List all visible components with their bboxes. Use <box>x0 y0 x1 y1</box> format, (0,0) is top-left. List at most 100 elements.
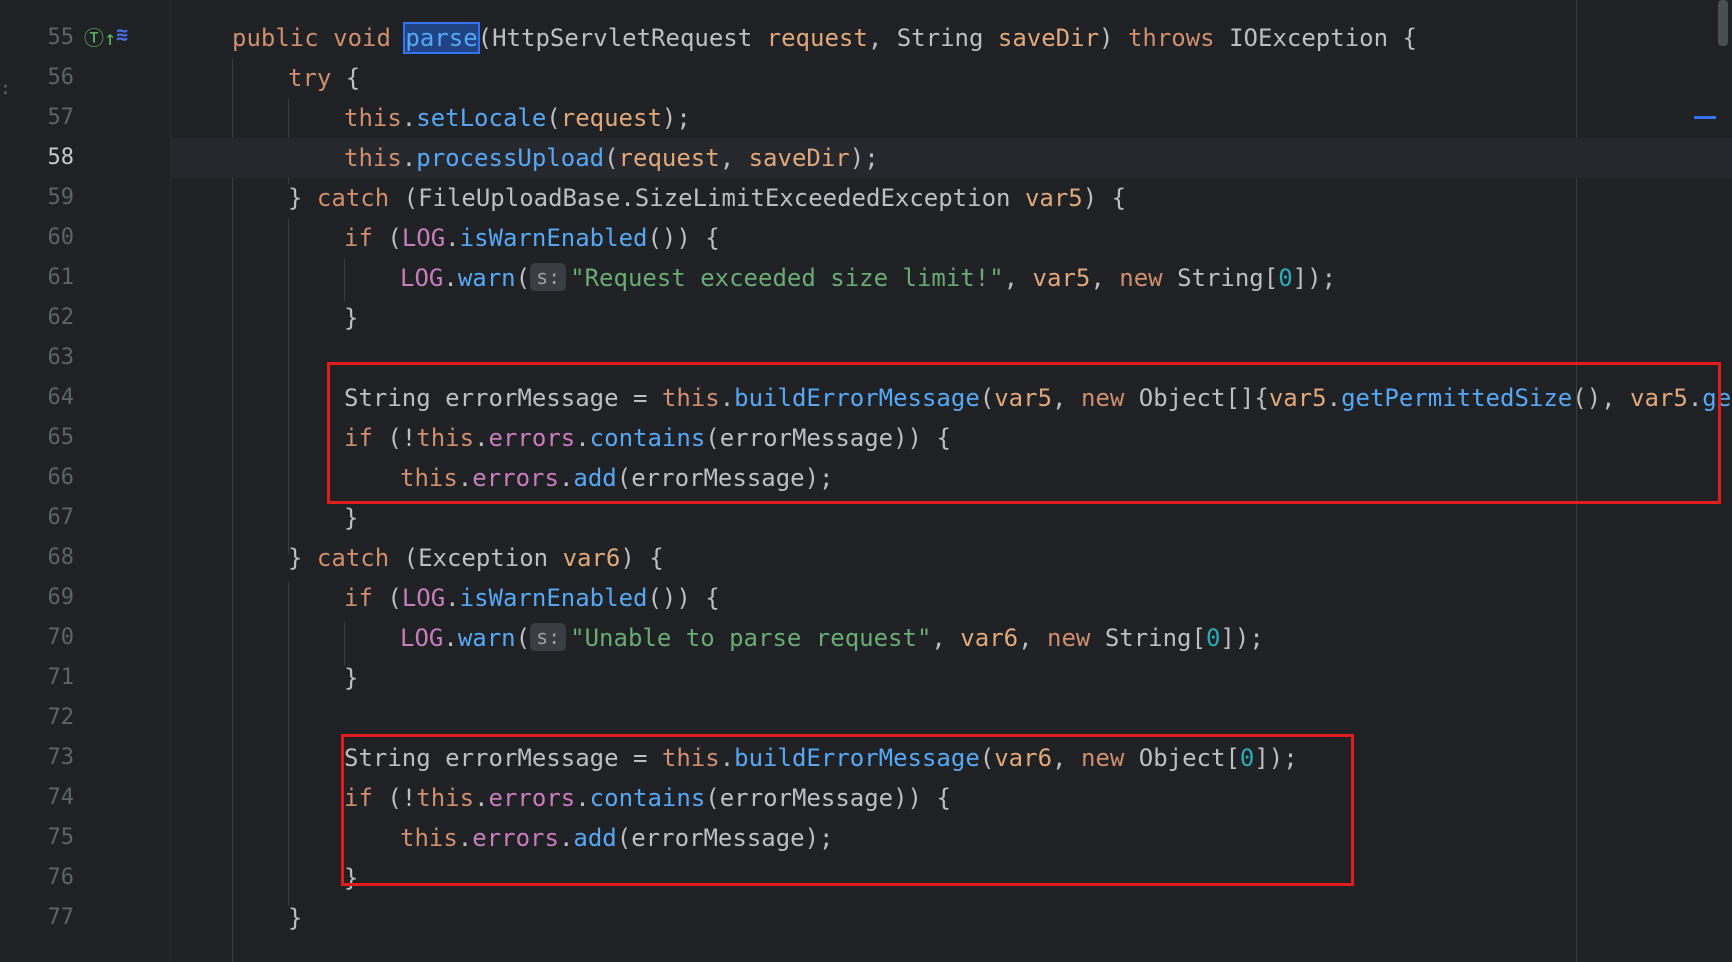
code-line-67[interactable]: } <box>170 498 1732 538</box>
type-name: String <box>1177 264 1264 292</box>
static-field: LOG <box>400 624 444 652</box>
code-line-57[interactable]: this.setLocale(request); <box>170 98 1732 138</box>
code-line-59[interactable]: } catch (FileUploadBase.SizeLimitExceede… <box>170 178 1732 218</box>
keyword: catch <box>316 184 390 212</box>
code-line-62[interactable]: } <box>170 298 1732 338</box>
parameter: request <box>560 104 662 132</box>
keyword: new <box>1119 264 1163 292</box>
type-name: IOException <box>1229 24 1389 52</box>
line-number[interactable]: 71 <box>0 658 75 698</box>
this-keyword: this <box>344 104 402 132</box>
punctuation: ); <box>849 144 879 172</box>
variable: var5 <box>1032 264 1091 292</box>
line-number[interactable]: 57 <box>0 98 75 138</box>
code-line-68[interactable]: } catch (Exception var6) { <box>170 538 1732 578</box>
implements-icon[interactable]: Ⓣ↑ <box>84 22 116 51</box>
string-literal: "Request exceeded size limit!" <box>570 264 1004 292</box>
this-keyword: this <box>344 144 402 172</box>
punctuation: ); <box>661 104 691 132</box>
variable: var5 <box>1024 184 1083 212</box>
line-number[interactable]: 64 <box>0 378 75 418</box>
line-number[interactable]: 68 <box>0 538 75 578</box>
method-call[interactable]: setLocale <box>416 104 546 132</box>
keyword: public <box>232 24 319 52</box>
keyword: catch <box>316 544 390 572</box>
line-number[interactable]: 61 <box>0 258 75 298</box>
parameter: saveDir <box>997 24 1100 52</box>
line-number[interactable]: 63 <box>0 338 75 378</box>
line-number[interactable]: 66 <box>0 458 75 498</box>
closing-brace: } <box>344 504 359 532</box>
static-field: LOG <box>400 264 444 292</box>
line-number[interactable]: 76 <box>0 858 75 898</box>
punctuation: { <box>331 64 361 92</box>
keyword: if <box>344 224 373 252</box>
line-number[interactable]: 73 <box>0 738 75 778</box>
closing-brace: } <box>344 664 359 692</box>
line-number[interactable]: 60 <box>0 218 75 258</box>
code-line-71[interactable]: } <box>170 658 1732 698</box>
keyword: try <box>288 64 332 92</box>
line-number[interactable]: 56 <box>0 58 75 98</box>
method-call[interactable]: isWarnEnabled <box>460 584 648 612</box>
code-line-56[interactable]: try { <box>170 58 1732 98</box>
code-line-55[interactable]: public void parse(HttpServletRequest req… <box>170 18 1732 58</box>
code-line-69[interactable]: if (LOG.isWarnEnabled()) { <box>170 578 1732 618</box>
highlight-box <box>341 734 1354 886</box>
parameter: request <box>766 24 868 52</box>
method-call[interactable]: warn <box>458 264 516 292</box>
parameter: request <box>618 144 720 172</box>
line-number[interactable]: 72 <box>0 698 75 738</box>
closing-brace: } <box>344 304 359 332</box>
line-number[interactable]: 67 <box>0 498 75 538</box>
highlight-box <box>327 362 1721 504</box>
closing-brace: } <box>288 904 303 932</box>
code-editor[interactable]: : Ⓣ↑ ≋ 55 56 57 58 59 60 61 62 63 64 65 … <box>0 0 1732 962</box>
punctuation: ]); <box>1220 624 1264 652</box>
selected-method-name[interactable]: parse <box>403 22 480 54</box>
line-number[interactable]: 58 <box>0 138 75 178</box>
punctuation: } <box>288 184 317 212</box>
line-number[interactable]: 75 <box>0 818 75 858</box>
number-literal: 0 <box>1205 624 1221 652</box>
punctuation: ()) { <box>647 224 720 252</box>
punctuation: ) { <box>1082 184 1127 212</box>
punctuation: { <box>1388 24 1417 52</box>
keyword: if <box>344 584 373 612</box>
parameter-hint: s: <box>530 263 567 291</box>
variable: var6 <box>960 624 1019 652</box>
keyword: throws <box>1127 24 1215 52</box>
keyword: new <box>1047 624 1091 652</box>
method-call[interactable]: processUpload <box>416 144 604 172</box>
static-field: LOG <box>401 584 446 612</box>
code-line-70[interactable]: LOG.warn(s: "Unable to parse request", va… <box>170 618 1732 658</box>
punctuation: } <box>288 544 317 572</box>
line-number[interactable]: 62 <box>0 298 75 338</box>
number-literal: 0 <box>1278 264 1293 292</box>
line-number[interactable]: 77 <box>0 898 75 938</box>
type-name: String <box>1104 624 1192 652</box>
line-number[interactable]: 74 <box>0 778 75 818</box>
keyword: void <box>333 24 391 52</box>
static-field: LOG <box>401 224 446 252</box>
line-number[interactable]: 59 <box>0 178 75 218</box>
line-number[interactable]: 70 <box>0 618 75 658</box>
method-call[interactable]: warn <box>458 624 516 652</box>
code-line-77[interactable]: } <box>170 898 1732 938</box>
override-icon[interactable]: ≋ <box>116 22 128 46</box>
type-name: HttpServletRequest <box>492 24 753 52</box>
variable: var6 <box>562 544 621 572</box>
type-name: Exception <box>418 544 549 572</box>
code-line-61[interactable]: LOG.warn(s: "Request exceeded size limit!… <box>170 258 1732 298</box>
type-name: FileUploadBase.SizeLimitExceededExceptio… <box>418 184 1011 212</box>
line-number[interactable]: 65 <box>0 418 75 458</box>
parameter: saveDir <box>748 144 850 172</box>
method-call[interactable]: isWarnEnabled <box>460 224 648 252</box>
line-number[interactable]: 69 <box>0 578 75 618</box>
parameter-hint: s: <box>530 623 567 651</box>
string-literal: "Unable to parse request" <box>570 624 932 652</box>
code-line-60[interactable]: if (LOG.isWarnEnabled()) { <box>170 218 1732 258</box>
punctuation: ()) { <box>647 584 720 612</box>
code-line-58[interactable]: this.processUpload(request, saveDir); <box>170 138 1732 178</box>
line-number[interactable]: 55 <box>0 18 75 58</box>
